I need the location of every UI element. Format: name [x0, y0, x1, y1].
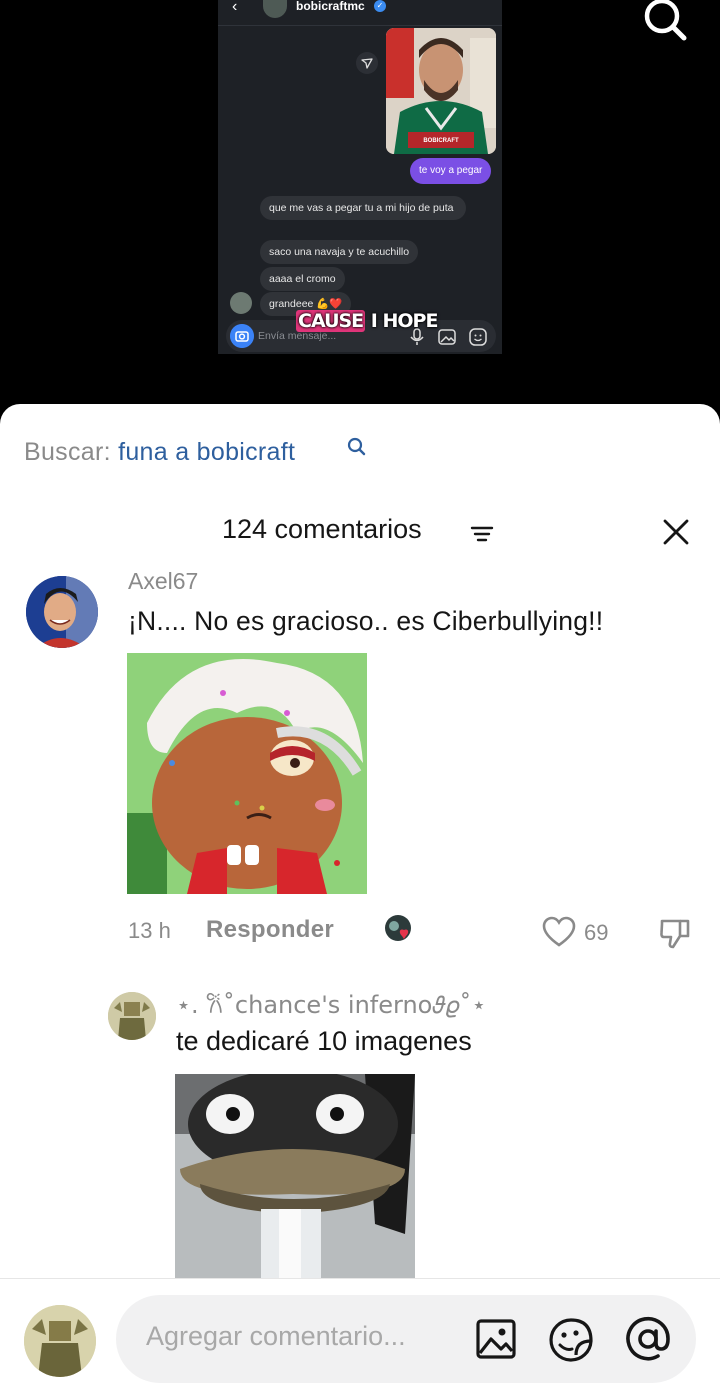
avatar[interactable] — [26, 576, 98, 648]
chat-username: bobicraftmc — [296, 0, 365, 13]
heart-icon[interactable] — [542, 916, 576, 948]
video-caption: CAUSE I HOPE — [296, 310, 439, 332]
chat-back-icon: ‹ — [232, 0, 238, 15]
video-player[interactable]: ‹ bobicraftmc ✓ BOBICRAFT te voy a pegar… — [0, 0, 720, 410]
comment-username[interactable]: ⋆. 𐙚˚chance's inferno𝜗𝜚˚⋆ — [176, 988, 486, 1021]
sticker-icon — [469, 328, 487, 346]
avatar[interactable] — [24, 1305, 96, 1377]
like-count: 69 — [584, 920, 609, 945]
camera-icon — [230, 324, 254, 348]
search-small-icon — [347, 437, 366, 456]
image-icon[interactable] — [474, 1317, 518, 1361]
gallery-icon — [438, 329, 456, 345]
comment-image[interactable] — [127, 653, 367, 894]
comment-composer: Agregar comentario... — [0, 1278, 720, 1384]
incoming-message: que me vas a pegar tu a mi hijo de puta — [260, 196, 466, 220]
sender-avatar — [230, 292, 252, 314]
sort-filter-icon[interactable] — [470, 522, 494, 546]
video-chat-screenshot: ‹ bobicraftmc ✓ BOBICRAFT te voy a pegar… — [218, 0, 502, 354]
caption-highlight: CAUSE — [296, 310, 366, 332]
app-root: ‹ bobicraftmc ✓ BOBICRAFT te voy a pegar… — [0, 0, 720, 1384]
comment-text: te dedicaré 10 imagenes — [176, 1026, 472, 1056]
search-query-link[interactable]: funa a bobicraft — [118, 438, 295, 466]
cartoon-image — [127, 653, 367, 894]
search-label: Buscar: — [24, 438, 111, 466]
comment-actions: 13 h Responder 69 — [0, 910, 720, 950]
comment-count: 124 comentarios — [222, 514, 422, 544]
search-icon[interactable] — [640, 0, 690, 44]
close-icon[interactable] — [660, 516, 692, 548]
caption-text: I HOPE — [370, 310, 439, 332]
search-suggestion[interactable]: Buscar: funa a bobicraft — [24, 437, 366, 467]
mention-icon[interactable] — [624, 1315, 672, 1363]
chat-photo: BOBICRAFT — [386, 28, 496, 154]
svg-text:BOBICRAFT: BOBICRAFT — [423, 138, 459, 144]
incoming-message: saco una navaja y te acuchillo — [260, 240, 419, 264]
reply-button[interactable]: Responder — [206, 916, 334, 944]
comments-header: 124 comentarios — [0, 514, 720, 554]
photo-image: BOBICRAFT — [386, 28, 496, 154]
duck-image — [175, 1074, 415, 1284]
comment-image[interactable] — [175, 1074, 415, 1284]
share-icon — [356, 52, 378, 74]
comments-sheet: Buscar: funa a bobicraft 124 comentarios — [0, 404, 720, 1384]
dislike-icon[interactable] — [658, 916, 692, 950]
emoji-sticker-icon[interactable] — [548, 1317, 594, 1363]
outgoing-message: te voy a pegar — [410, 158, 492, 184]
chat-divider — [218, 25, 502, 26]
incoming-message: aaaa el cromo — [260, 267, 345, 291]
comment-input-placeholder: Agregar comentario... — [146, 1321, 406, 1351]
avatar[interactable] — [108, 992, 156, 1040]
avatar-image — [24, 1305, 96, 1377]
comment-text: ¡N.... No es gracioso.. es Ciberbullying… — [128, 606, 604, 636]
avatar-image — [26, 576, 98, 648]
comment-time: 13 h — [128, 918, 171, 943]
chat-avatar — [263, 0, 287, 18]
comment-input[interactable]: Agregar comentario... — [116, 1295, 696, 1383]
avatar-image — [108, 992, 156, 1040]
verified-icon: ✓ — [374, 0, 386, 12]
comment-username[interactable]: Axel67 — [128, 568, 198, 595]
creator-liked-icon — [385, 915, 411, 941]
